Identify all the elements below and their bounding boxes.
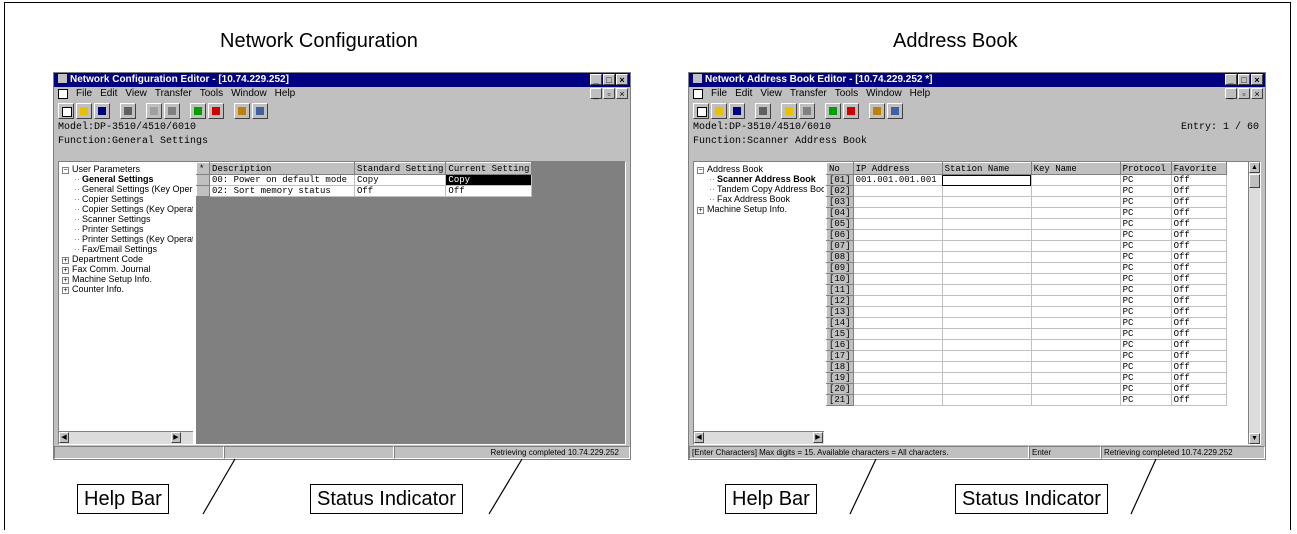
help-bar-callout-right: Help Bar — [725, 484, 817, 514]
status-indicator-callout-left: Status Indicator — [310, 484, 463, 514]
status-leader-left — [488, 458, 523, 515]
status-indicator-callout-right: Status Indicator — [955, 484, 1108, 514]
help-bar-leader-right — [849, 458, 877, 515]
help-bar-callout-left: Help Bar — [77, 484, 169, 514]
help-bar-leader-left — [202, 458, 236, 515]
status-leader-right — [1130, 458, 1157, 515]
callout-lines — [202, 458, 1157, 515]
